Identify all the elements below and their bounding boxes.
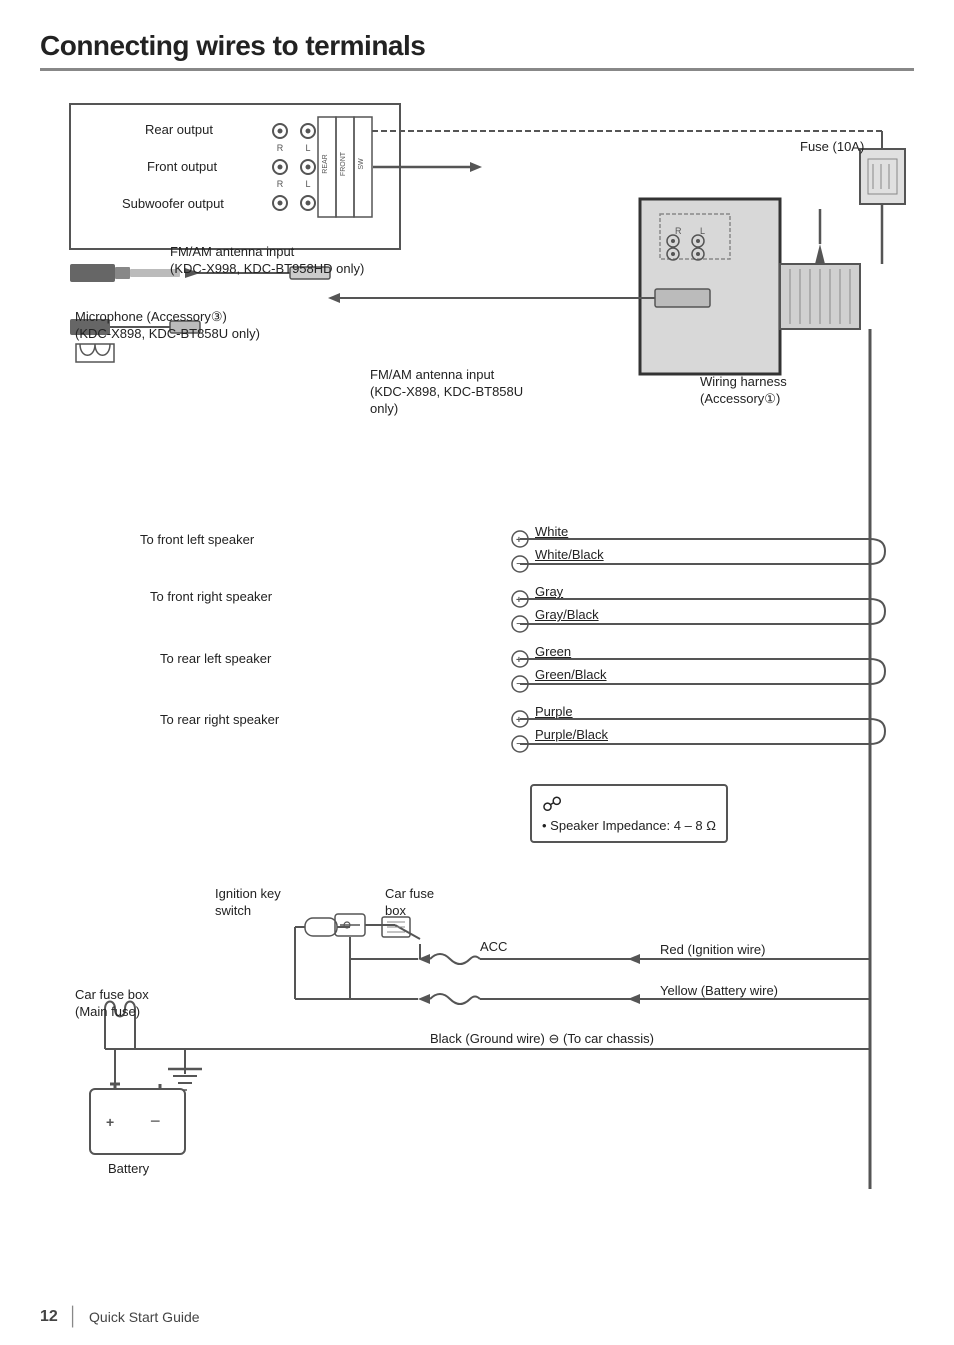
rear-output-label: Rear output: [145, 122, 213, 139]
svg-text:−: −: [516, 556, 524, 571]
green-label: Green: [535, 644, 571, 661]
rear-right-label: To rear right speaker: [160, 712, 279, 729]
svg-text:R: R: [277, 143, 284, 153]
diagram-area: REAR FRONT SW R L R L: [40, 89, 920, 1289]
fmam-bottom-label: FM/AM antenna input (KDC-X898, KDC-BT858…: [370, 367, 523, 418]
black-wire-label: Black (Ground wire) ⊖ (To car chassis): [430, 1031, 654, 1048]
microphone-label: Microphone (Accessory③) (KDC-X898, KDC-B…: [75, 309, 260, 343]
gray-black-label: Gray/Black: [535, 607, 599, 624]
purple-black-label: Purple/Black: [535, 727, 608, 744]
purple-label: Purple: [535, 704, 573, 721]
svg-text:+: +: [516, 535, 522, 546]
yellow-wire-label: Yellow (Battery wire): [660, 983, 778, 1000]
gray-label: Gray: [535, 584, 563, 601]
speaker-impedance: ☍ • Speaker Impedance: 4 – 8 Ω: [530, 784, 728, 843]
svg-text:−: −: [150, 1111, 161, 1131]
red-wire-label: Red (Ignition wire): [660, 942, 766, 959]
page-number: 12: [40, 1308, 58, 1326]
page: Connecting wires to terminals: [0, 0, 954, 1345]
green-black-label: Green/Black: [535, 667, 607, 684]
white-label: White: [535, 524, 568, 541]
svg-text:FRONT: FRONT: [340, 151, 347, 176]
front-output-label: Front output: [147, 159, 217, 176]
battery-label: Battery: [108, 1161, 149, 1178]
svg-text:−: −: [516, 616, 524, 631]
acc-label: ACC: [480, 939, 507, 956]
fuse-label: Fuse (10A): [800, 139, 864, 156]
svg-text:R: R: [675, 226, 682, 236]
svg-text:SW: SW: [358, 158, 365, 170]
white-black-label: White/Black: [535, 547, 604, 564]
footer: 12 │ Quick Start Guide: [40, 1306, 200, 1327]
svg-text:−: −: [516, 676, 524, 691]
car-fuse-main-label: Car fuse box (Main fuse): [75, 987, 149, 1021]
svg-text:L: L: [700, 226, 705, 236]
front-left-label: To front left speaker: [140, 532, 254, 549]
ignition-key-label: Ignition key switch: [215, 886, 281, 920]
svg-text:REAR: REAR: [322, 154, 329, 173]
rear-left-label: To rear left speaker: [160, 651, 271, 668]
svg-text:+: +: [516, 655, 522, 666]
svg-text:L: L: [305, 143, 310, 153]
wiring-harness-label: Wiring harness (Accessory①): [700, 374, 787, 408]
guide-label: Quick Start Guide: [89, 1309, 200, 1325]
svg-text:+: +: [516, 715, 522, 726]
svg-text:R: R: [277, 179, 284, 189]
svg-text:+: +: [516, 595, 522, 606]
svg-text:L: L: [305, 179, 310, 189]
subwoofer-output-label: Subwoofer output: [122, 196, 224, 213]
svg-text:+: +: [106, 1114, 114, 1130]
car-fuse-box-label: Car fuse box: [385, 886, 434, 920]
front-right-label: To front right speaker: [150, 589, 272, 606]
page-title: Connecting wires to terminals: [40, 30, 914, 71]
fmam-top-label: FM/AM antenna input (KDC-X998, KDC-BT958…: [170, 244, 364, 278]
svg-text:−: −: [516, 736, 524, 751]
